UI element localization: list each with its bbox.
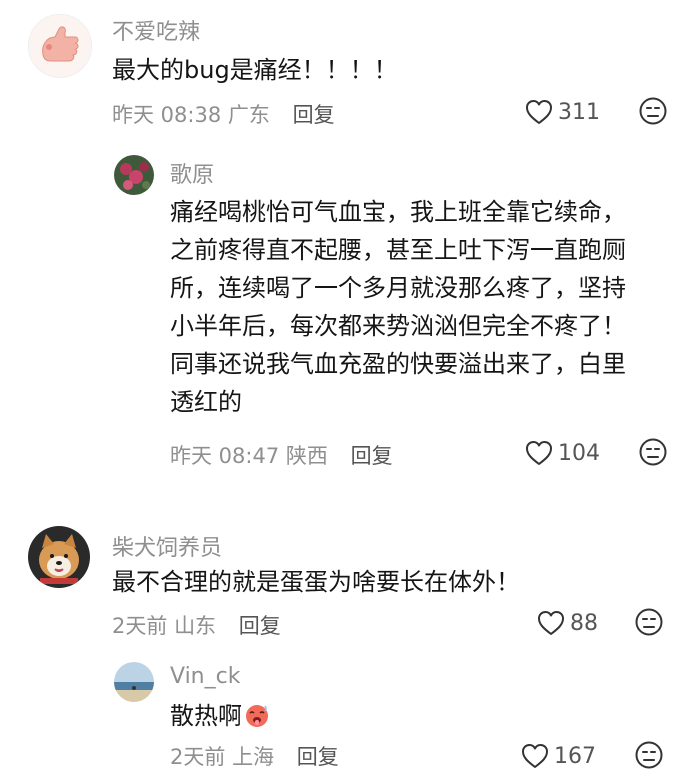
like-button[interactable]: 88: [536, 607, 598, 639]
comment-text-line: 最大的bug是痛经！！！！: [112, 56, 398, 84]
comment-location: 陕西: [285, 444, 328, 468]
comment-location: 山东: [174, 614, 217, 638]
comment-meta: 2天前 山东 回复: [112, 610, 281, 640]
heart-outline-icon: [538, 611, 564, 635]
avatar[interactable]: [28, 14, 92, 78]
reply-button[interactable]: 回复: [293, 103, 335, 127]
heart-outline-icon: [526, 100, 552, 124]
comment-text-value: 散热啊: [170, 702, 242, 730]
comment-text[interactable]: 散热啊: [170, 697, 270, 735]
comment-location: 广东: [227, 103, 270, 127]
like-count: 311: [558, 99, 600, 125]
comment-username[interactable]: 歌原: [170, 157, 214, 189]
unamused-face-icon[interactable]: [638, 96, 668, 126]
unamused-face-icon[interactable]: [634, 607, 664, 637]
comment-text[interactable]: 最大的bug是痛经！！！！: [112, 51, 398, 89]
comment-time: 2天前: [170, 745, 226, 769]
comment-time: 昨天 08:38: [112, 103, 222, 127]
like-button[interactable]: 311: [524, 96, 600, 128]
comment-username[interactable]: Vin_ck: [170, 664, 240, 689]
comment-time: 2天前: [112, 614, 168, 638]
comment-time: 昨天 08:47: [170, 444, 280, 468]
reply-button[interactable]: 回复: [239, 614, 281, 638]
comment-username[interactable]: 不爱吃辣: [112, 14, 200, 46]
like-count: 167: [554, 743, 596, 769]
comment-text[interactable]: 最不合理的就是蛋蛋为啥要长在体外！: [112, 563, 520, 601]
unamused-face-icon[interactable]: [634, 740, 664, 770]
comment-text-line: 之前疼得直不起腰，甚至上吐下泻一直跑厕: [170, 236, 626, 264]
heart-outline-icon: [526, 441, 552, 465]
reply-button[interactable]: 回复: [351, 444, 393, 468]
comment-meta: 昨天 08:38 广东 回复: [112, 99, 335, 129]
comment-meta: 昨天 08:47 陕西 回复: [170, 440, 393, 470]
comment-text-line: 同事还说我气血充盈的快要溢出来了，白里: [170, 350, 626, 378]
hot-face-emoji: [246, 705, 268, 727]
avatar[interactable]: [114, 155, 154, 195]
heart-outline-icon: [522, 744, 548, 768]
comment-text-line: 散热啊: [170, 697, 270, 735]
like-button[interactable]: 104: [524, 437, 600, 469]
reply-button[interactable]: 回复: [297, 745, 339, 769]
unamused-face-icon[interactable]: [638, 437, 668, 467]
comment-location: 上海: [232, 745, 275, 769]
comment-text-line: 痛经喝桃怡可气血宝，我上班全靠它续命，: [170, 198, 626, 226]
like-button[interactable]: 167: [520, 740, 596, 772]
comment-username[interactable]: 柴犬饲养员: [112, 530, 222, 562]
comment-text-line: 小半年后，每次都来势汹汹但完全不疼了！: [170, 312, 626, 340]
avatar[interactable]: [114, 662, 154, 702]
comment-text-line: 所，连续喝了一个多月就没那么疼了，坚持: [170, 274, 626, 302]
avatar[interactable]: [28, 526, 90, 588]
comment-meta: 2天前 上海 回复: [170, 741, 339, 771]
comment-text-line: 最不合理的就是蛋蛋为啥要长在体外！: [112, 568, 520, 596]
comment-text[interactable]: 痛经喝桃怡可气血宝，我上班全靠它续命， 之前疼得直不起腰，甚至上吐下泻一直跑厕 …: [170, 193, 626, 421]
like-count: 88: [570, 610, 598, 636]
comment-text-line: 透红的: [170, 388, 242, 416]
like-count: 104: [558, 440, 600, 466]
